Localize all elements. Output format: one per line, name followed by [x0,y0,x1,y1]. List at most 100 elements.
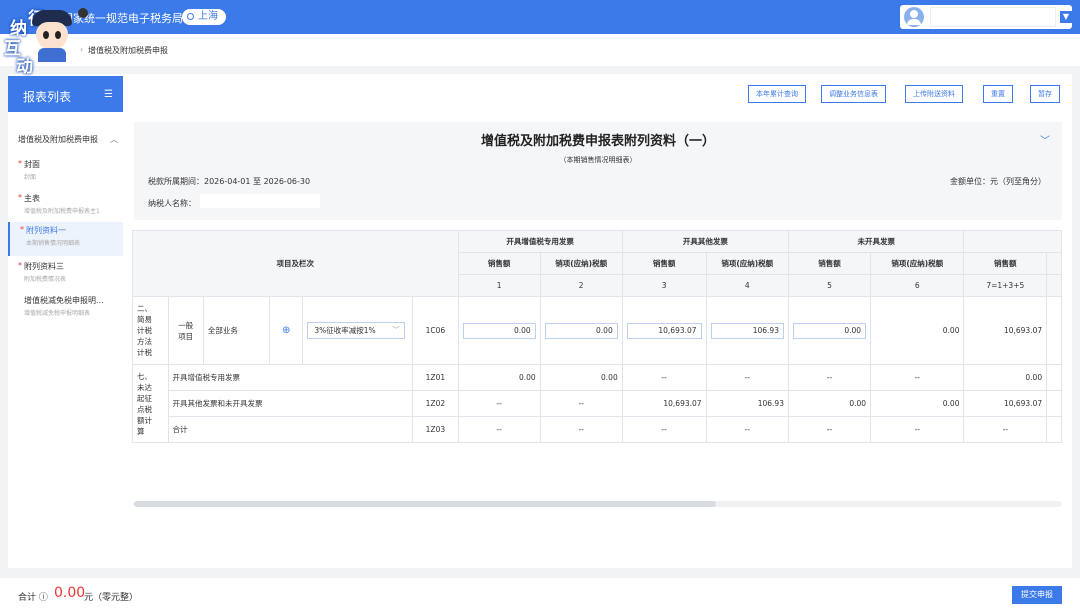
col-header: 销项(应纳)税额 [870,252,965,275]
col-header: 销项(应纳)税额 [705,252,789,275]
breadcrumb-current[interactable]: 增值税及附加税费申报 [88,45,168,56]
amount-input[interactable]: 0.00 [792,322,867,339]
tax-period: 税款所属期间：2026-04-01 至 2026-06-30 [148,177,311,186]
group-header: 开具其他发票 [621,230,789,253]
item-header: 项目及栏次 [132,230,459,297]
region-selector[interactable]: 上海 [182,9,226,25]
sidebar-item-sub: 增值税及附加税费申报表主1 [24,208,100,215]
notification-dot-icon [78,8,88,18]
col-header: 销售额 [457,252,541,275]
col-number: 5 [787,274,872,297]
sidebar-item-main-table[interactable]: * 主表 增值税及附加税费申报表主1 [8,190,123,224]
chevron-down-icon[interactable]: ﹀ [1040,132,1050,147]
row-sub-label: 一般 项目 [167,296,204,365]
chevron-up-icon[interactable]: ︿ [110,134,118,145]
col-header: 销售额 [963,252,1048,275]
row-code: 1Z02 [412,390,459,417]
sidebar-item-exemption[interactable]: 增值税减免税申报明... 增值税减免税申报明细表 [8,292,123,326]
sidebar-group[interactable]: 增值税及附加税费申报 ︿ [18,134,118,145]
sidebar-item-label: 主表 [24,194,40,203]
annual-cumulative-query-button[interactable]: 本年累计查询 [748,85,806,103]
submit-declaration-button[interactable]: 提交申报 [1012,586,1062,604]
sidebar-item-cover[interactable]: * 封面 封面 [8,156,123,190]
add-circle-icon[interactable]: ⊕ [268,296,304,365]
business-label: 全部业务 [202,296,270,365]
save-draft-button[interactable]: 暂存 [1030,85,1060,103]
rate-select[interactable]: 3%征收率减按1% ﹀ [307,322,406,339]
region-label: 上海 [198,11,218,22]
bottom-bar: 合计 ⓘ 0.00 元（零元整） 提交申报 [0,578,1080,611]
main-panel: 本年累计查询 调整业务信息表 上传附送资料 重置 暂存 增值税及附加税费申报表附… [124,74,1072,568]
amount-cell: -- [621,416,707,443]
total-value: 0.00 [54,585,86,601]
sidebar-item-sub: 附加税费情况表 [24,276,67,283]
col-number: 3 [621,274,707,297]
amount-cell: 106.93 [705,390,789,417]
sidebar-item-sub: 增值税减免税申报明细表 [24,310,91,317]
mascot-logo[interactable]: 征 纳 互 动 [0,0,88,77]
taxpayer-name-label: 纳税人名称： [148,199,196,208]
row-code: 1Z01 [412,364,459,391]
adjust-business-info-button[interactable]: 调整业务信息表 [821,85,886,103]
amount-input[interactable]: 0.00 [462,322,536,339]
amount-cell: -- [705,416,789,443]
amount-cell: 10,693.07 [963,296,1048,365]
required-star-icon: * [18,193,22,202]
required-star-icon: * [18,261,22,270]
amount-cell: 0.00 [787,390,872,417]
breadcrumb: › 增值税及附加税费申报 [0,34,1080,66]
amount-cell: -- [787,364,872,391]
reset-button[interactable]: 重置 [983,85,1013,103]
amount-cell: 0.00 [963,364,1048,391]
col-number: 7=1+3+5 [963,274,1048,297]
form-subtitle: （本期销售情况明细表） [559,156,637,164]
amount-cell: -- [621,364,707,391]
amount-cell: -- [539,390,623,417]
amount-input[interactable]: 106.93 [710,322,784,339]
table-row: 开具其他发票和未开具发票 1Z02 -- -- 10,693.07 106.93… [133,390,1062,417]
sidebar-item-label: 附列资料一 [26,226,66,235]
table-row: 二、 简易 计税 方法 计税 一般 项目 全部业务 ⊕ 3%征收率减按1% ﹀ 1C06 0… [132,296,1062,365]
sidebar-item-sub: 封面 [24,174,37,181]
col-header: 销售额 [787,252,872,275]
form-title: 增值税及附加税费申报表附列资料（一） [480,134,715,149]
top-bar: 国家统一规范电子税务局 上海 ▼ [0,0,1080,34]
amount-cell: -- [539,416,623,443]
amount-cell: -- [705,364,789,391]
sidebar-item-sub: 本期销售情况明细表 [26,240,81,247]
amount-cell: -- [457,390,541,417]
amount-cell: 10,693.07 [963,390,1048,417]
mascot-character-icon [30,10,74,62]
row-name: 开具其他发票和未开具发票 [167,390,414,417]
amount-cell: -- [870,364,965,391]
sidebar-header: 报表列表 ☰ [8,76,123,112]
row-name: 开具增值税专用发票 [167,364,414,391]
amount-cell: 0.00 [539,364,623,391]
col-number: 6 [870,274,965,297]
caret-down-icon[interactable]: ▼ [1060,11,1072,23]
required-star-icon: * [18,159,22,168]
amount-cell: -- [457,416,541,443]
group-header [963,230,1062,253]
sidebar-group-label: 增值税及附加税费申报 [18,135,98,144]
section-label: 七、 未达 起征 点税 额计算 [132,364,169,443]
horizontal-scrollbar[interactable] [134,501,716,507]
user-account-menu[interactable]: ▼ [900,5,1072,29]
amount-input[interactable]: 0.00 [544,322,618,339]
sidebar-item-label: 附列资料三 [24,262,64,271]
required-star-icon: * [20,225,24,234]
sidebar-item-label: 封面 [24,160,40,169]
group-header: 未开具发票 [787,230,965,253]
total-unit: 元（零元整） [84,593,139,603]
amount-input[interactable]: 10,693.07 [626,322,702,339]
amount-unit: 金额单位：元（列至角分） [950,177,1046,186]
chevron-down-icon: ﹀ [392,326,400,334]
location-pin-icon [187,13,194,20]
rate-cell: 3%征收率减按1% ﹀ [302,296,414,365]
amount-cell: -- [963,416,1048,443]
sidebar-item-schedule-3[interactable]: * 附列资料三 附加税费情况表 [8,258,123,292]
row-code: 1C06 [412,296,459,365]
sidebar-item-schedule-1[interactable]: * 附列资料一 本期销售情况明细表 [8,222,123,256]
collapse-menu-icon[interactable]: ☰ [104,89,113,100]
upload-attachments-button[interactable]: 上传附送资料 [905,85,963,103]
